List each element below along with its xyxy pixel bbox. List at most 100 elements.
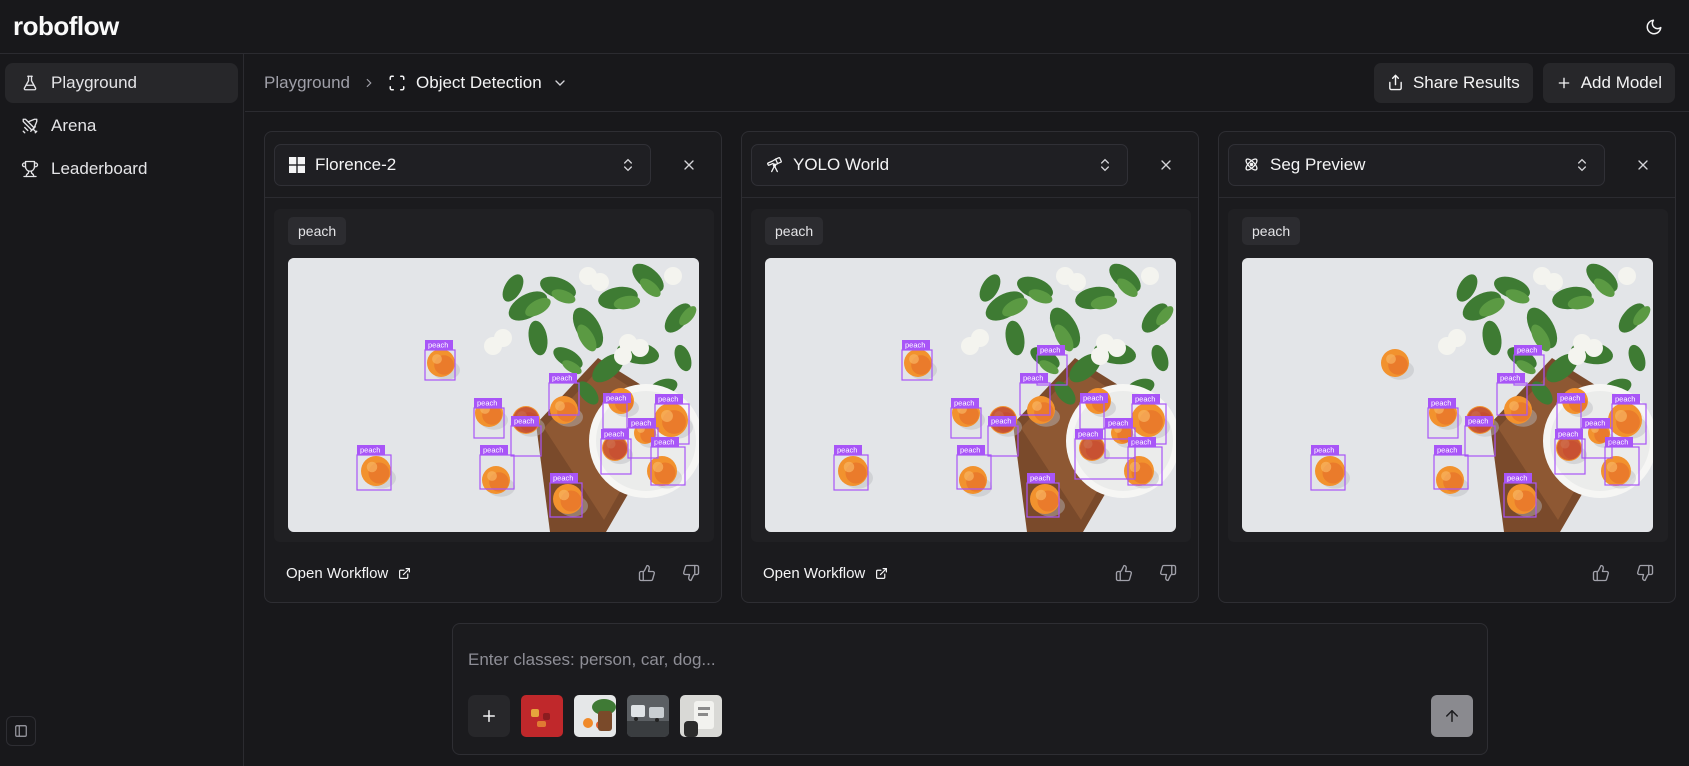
result-area: peach peach peach peach peach peach peach peac… bbox=[751, 209, 1191, 542]
sidebar-item-playground[interactable]: Playground bbox=[5, 63, 238, 103]
flask-icon bbox=[23, 75, 37, 91]
close-icon bbox=[1638, 159, 1648, 170]
atom-icon bbox=[1245, 158, 1258, 171]
detection-label: peach bbox=[1560, 394, 1580, 403]
close-panel-button[interactable] bbox=[1629, 151, 1657, 179]
class-tag: peach bbox=[765, 217, 824, 245]
open-workflow-link[interactable]: Open Workflow bbox=[286, 565, 411, 582]
detection-box: peach bbox=[479, 445, 515, 490]
thumbs-up-button[interactable] bbox=[635, 561, 659, 585]
share-results-button[interactable]: Share Results bbox=[1373, 62, 1533, 103]
detection-box: peach bbox=[1079, 393, 1108, 430]
sidebar-item-arena[interactable]: Arena bbox=[5, 106, 238, 146]
result-area: peach peach peach peach peach peach peach peac… bbox=[274, 209, 714, 542]
detection-box: peach bbox=[549, 473, 583, 518]
sidebar: Playground Arena Leaderboard bbox=[0, 54, 244, 766]
detection-label: peach bbox=[1108, 419, 1128, 428]
model-select[interactable]: YOLO World bbox=[751, 143, 1128, 186]
thumbs-down-button[interactable] bbox=[679, 561, 703, 585]
detection-label: peach bbox=[1437, 446, 1457, 455]
send-button[interactable] bbox=[1431, 695, 1473, 737]
detection-label: peach bbox=[483, 446, 503, 455]
model-panel: Florence-2 peach peach peach peach peach pea… bbox=[264, 131, 722, 603]
breadcrumb-playground[interactable]: Playground bbox=[264, 73, 350, 93]
task-selector[interactable]: Object Detection bbox=[388, 73, 568, 93]
model-select[interactable]: Seg Preview bbox=[1228, 143, 1605, 186]
add-image-button[interactable] bbox=[468, 695, 510, 737]
thumbs-up-button[interactable] bbox=[1589, 561, 1613, 585]
result-image: peach peach peach peach peach peach peach peach… bbox=[765, 258, 1176, 532]
detection-box: peach bbox=[1554, 429, 1586, 475]
detection-label: peach bbox=[552, 374, 572, 383]
plus-icon bbox=[483, 710, 495, 722]
result-image: peach peach peach peach peach peach peach peach… bbox=[288, 258, 699, 532]
detection-label: peach bbox=[1431, 399, 1451, 408]
open-workflow-label: Open Workflow bbox=[286, 564, 389, 582]
thumbs-down-button[interactable] bbox=[1156, 561, 1180, 585]
detection-box: peach bbox=[1019, 373, 1051, 416]
sidebar-item-label: Leaderboard bbox=[51, 159, 148, 178]
thumbs-up-icon bbox=[638, 564, 655, 582]
detection-label: peach bbox=[1608, 438, 1628, 447]
detection-label: peach bbox=[514, 417, 534, 426]
detection-box: peach bbox=[901, 340, 933, 381]
detection-box: peach bbox=[1611, 394, 1647, 445]
sample-image-thumbnail[interactable] bbox=[574, 695, 616, 737]
prompt-box bbox=[452, 623, 1488, 755]
detection-label: peach bbox=[1558, 430, 1578, 439]
open-workflow-link[interactable]: Open Workflow bbox=[763, 565, 888, 582]
model-name: Florence-2 bbox=[315, 154, 397, 174]
result-area: peach peach peach peach peach peach peach peac… bbox=[1228, 209, 1668, 542]
detection-label: peach bbox=[428, 341, 448, 350]
detection-box: peach bbox=[1310, 445, 1346, 491]
detection-box: peach bbox=[1556, 393, 1585, 430]
roboflow-logo[interactable]: roboflow bbox=[13, 11, 119, 42]
chevron-right-icon bbox=[366, 78, 372, 87]
detection-label: peach bbox=[1078, 430, 1098, 439]
close-panel-button[interactable] bbox=[675, 151, 703, 179]
detection-label: peach bbox=[991, 417, 1011, 426]
detection-label: peach bbox=[1083, 394, 1103, 403]
telescope-icon bbox=[767, 157, 782, 173]
detection-box: peach bbox=[1131, 394, 1167, 445]
detection-label: peach bbox=[1500, 374, 1520, 383]
sample-image-thumbnail[interactable] bbox=[521, 695, 563, 737]
detection-box: peach bbox=[1464, 416, 1496, 457]
external-link-icon bbox=[876, 567, 888, 579]
close-panel-button[interactable] bbox=[1152, 151, 1180, 179]
model-name: YOLO World bbox=[793, 154, 890, 174]
theme-toggle-button[interactable] bbox=[1639, 12, 1669, 42]
sample-image-thumbnail[interactable] bbox=[680, 695, 722, 737]
detection-box: peach bbox=[602, 393, 631, 430]
detection-box: peach bbox=[654, 394, 690, 445]
detection-label: peach bbox=[1314, 446, 1334, 455]
model-select[interactable]: Florence-2 bbox=[274, 143, 651, 186]
detection-label: peach bbox=[606, 394, 626, 403]
thumbs-down-icon bbox=[1637, 564, 1654, 582]
chevrons-up-down-icon bbox=[1101, 158, 1109, 171]
sidebar-item-leaderboard[interactable]: Leaderboard bbox=[5, 149, 238, 189]
detection-overlay: peach peach peach peach peach peach peach peach… bbox=[1310, 345, 1647, 518]
model-name: Seg Preview bbox=[1270, 154, 1366, 174]
sidebar-item-label: Arena bbox=[51, 116, 97, 135]
detection-label: peach bbox=[837, 446, 857, 455]
detection-box: peach bbox=[1427, 398, 1459, 439]
detection-label: peach bbox=[360, 446, 380, 455]
detection-box: peach bbox=[833, 445, 869, 491]
add-model-button[interactable]: Add Model bbox=[1542, 62, 1675, 103]
sample-image-thumbnail[interactable] bbox=[627, 695, 669, 737]
detection-label: peach bbox=[1468, 417, 1488, 426]
detection-label: peach bbox=[1585, 419, 1605, 428]
detection-box: peach bbox=[424, 340, 456, 381]
class-tag: peach bbox=[288, 217, 347, 245]
breadcrumb: Playground Object Detection bbox=[264, 73, 568, 93]
sidebar-toggle-button[interactable] bbox=[6, 716, 36, 746]
detection-box: peach bbox=[1026, 473, 1060, 518]
detection-box: peach bbox=[473, 398, 505, 439]
detection-label: peach bbox=[1517, 346, 1537, 355]
detection-box: peach bbox=[987, 416, 1019, 457]
thumbs-down-button[interactable] bbox=[1633, 561, 1657, 585]
classes-input[interactable] bbox=[468, 642, 1448, 678]
thumbs-up-button[interactable] bbox=[1112, 561, 1136, 585]
detection-overlay: peach peach peach peach peach peach peach peach… bbox=[833, 340, 1167, 518]
